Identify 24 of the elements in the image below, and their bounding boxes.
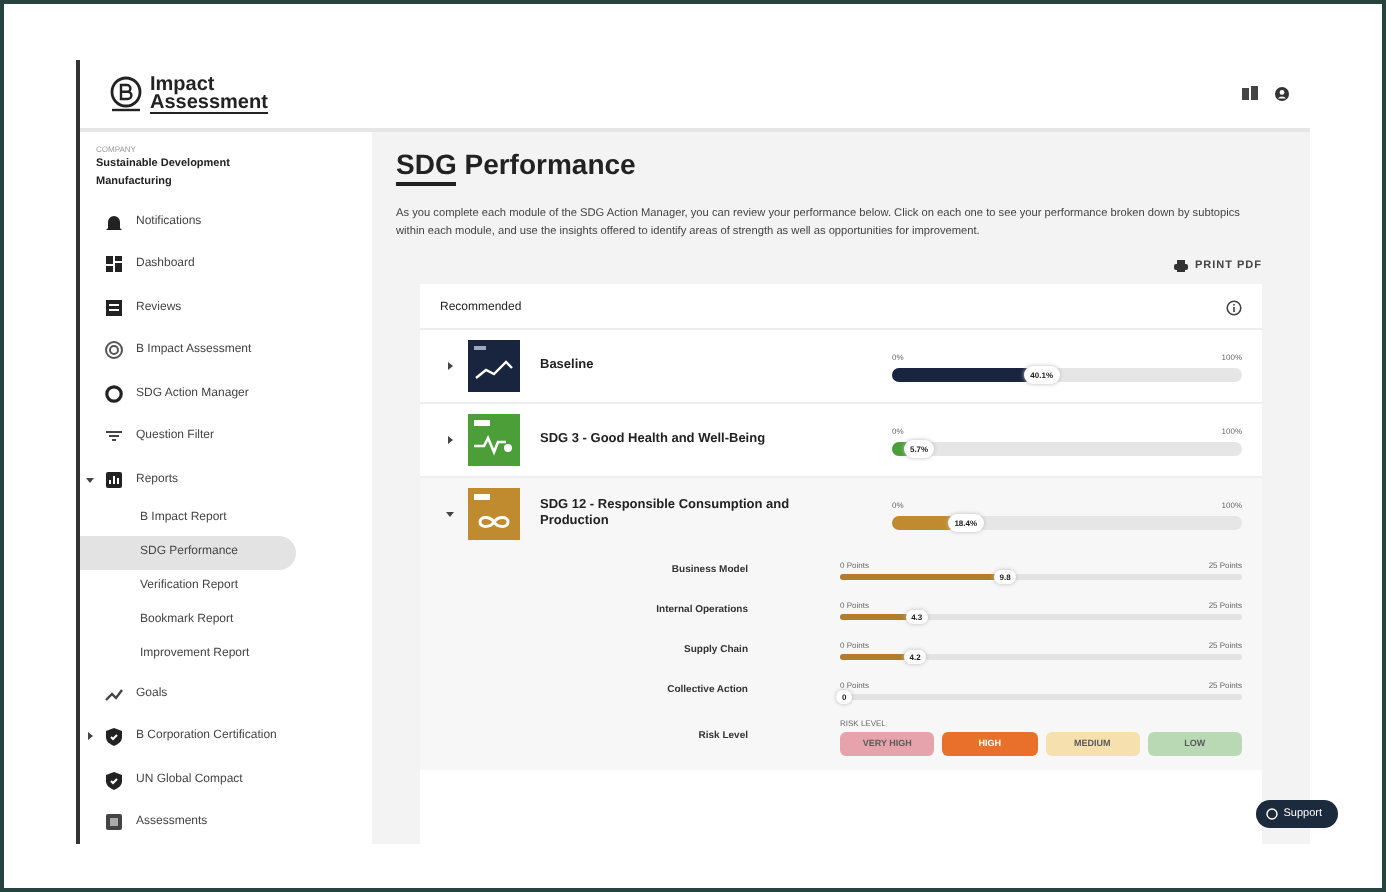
book-icon[interactable] xyxy=(1242,86,1258,102)
nav-icon xyxy=(104,769,124,790)
nav-icon xyxy=(104,254,124,275)
page-title: SDG Performance xyxy=(396,148,638,180)
nav-icon xyxy=(104,812,124,833)
nav-icon xyxy=(104,383,124,404)
help-icon xyxy=(1265,808,1278,820)
caret-icon[interactable] xyxy=(86,732,94,741)
caret-icon[interactable] xyxy=(86,475,94,484)
printer-icon xyxy=(1174,260,1189,272)
nav-icon xyxy=(104,726,124,747)
logo-text: Assessment xyxy=(150,93,268,113)
logo-icon xyxy=(108,76,144,112)
logo-text: Impact xyxy=(150,75,215,93)
info-icon[interactable] xyxy=(1226,300,1242,316)
caret-icon[interactable] xyxy=(444,436,456,444)
nav-icon xyxy=(104,297,124,318)
nav-icon xyxy=(104,340,124,361)
nav-icon xyxy=(104,426,124,447)
caret-icon[interactable] xyxy=(444,362,456,370)
caret-icon[interactable] xyxy=(444,510,456,518)
nav-icon xyxy=(104,211,124,232)
user-icon[interactable] xyxy=(1274,86,1290,102)
nav-icon xyxy=(104,469,124,490)
